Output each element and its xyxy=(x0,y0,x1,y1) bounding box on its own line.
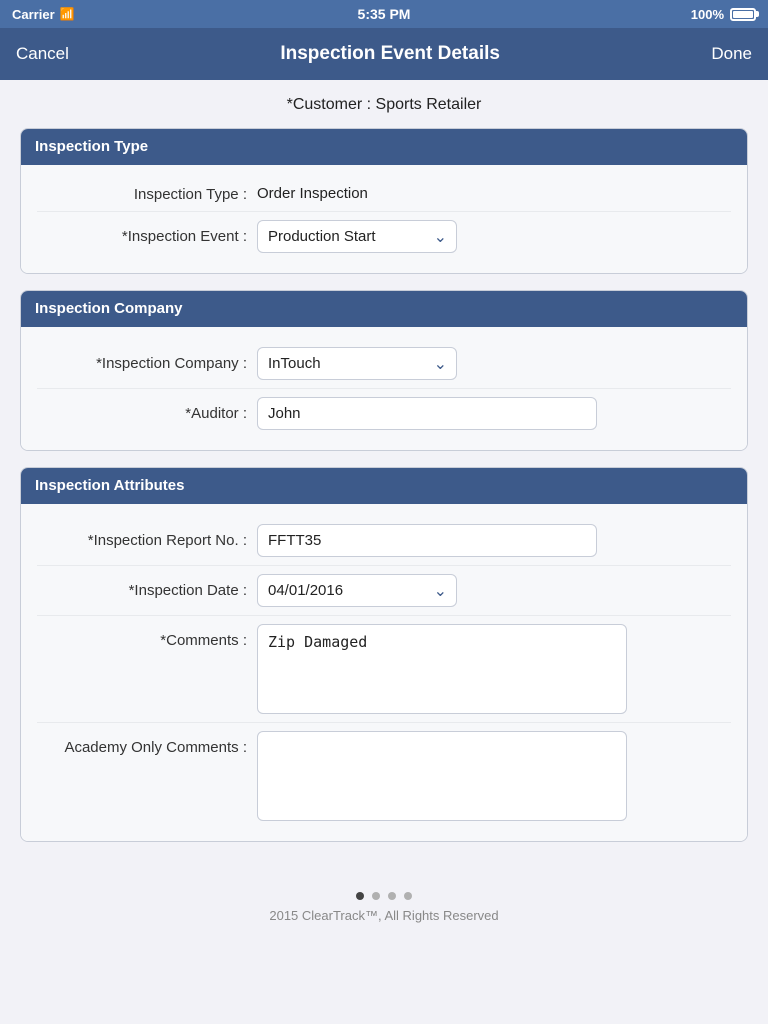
status-bar-right: 100% xyxy=(691,7,756,22)
inspection-date-row: *Inspection Date : 04/01/2016 ⌄ xyxy=(37,566,731,616)
footer: 2015 ClearTrack™, All Rights Reserved xyxy=(20,908,748,943)
academy-comments-row: Academy Only Comments : xyxy=(37,723,731,829)
carrier-label: Carrier xyxy=(12,7,55,22)
inspection-company-title: Inspection Company xyxy=(35,300,183,317)
inspection-event-select-wrap: Production Start Pre-Production Mid-Prod… xyxy=(257,220,457,253)
inspection-event-select[interactable]: Production Start Pre-Production Mid-Prod… xyxy=(257,220,457,253)
comments-label: *Comments : xyxy=(37,624,257,649)
page-title: Inspection Event Details xyxy=(280,43,500,65)
inspection-date-select[interactable]: 04/01/2016 xyxy=(257,574,457,607)
main-content: *Customer : Sports Retailer Inspection T… xyxy=(0,80,768,959)
company-row: *Inspection Company : InTouch Bureau Ver… xyxy=(37,339,731,389)
inspection-type-row: Inspection Type : Order Inspection xyxy=(37,177,731,212)
report-no-control xyxy=(257,524,731,557)
inspection-type-body: Inspection Type : Order Inspection *Insp… xyxy=(21,165,747,273)
pagination-dot-3 xyxy=(388,892,396,900)
status-bar: Carrier 📶 5:35 PM 100% xyxy=(0,0,768,28)
wifi-icon: 📶 xyxy=(60,7,75,21)
inspection-company-section: Inspection Company *Inspection Company :… xyxy=(20,290,748,451)
customer-label: *Customer : Sports Retailer xyxy=(20,96,748,114)
inspection-type-header: Inspection Type xyxy=(21,129,747,165)
nav-bar: Cancel Inspection Event Details Done xyxy=(0,28,768,80)
inspection-company-header: Inspection Company xyxy=(21,291,747,327)
footer-text: 2015 ClearTrack™, All Rights Reserved xyxy=(269,908,498,923)
company-select-wrap: InTouch Bureau Veritas SGS Intertek ⌄ xyxy=(257,347,457,380)
academy-comments-control xyxy=(257,731,731,821)
inspection-date-select-wrap: 04/01/2016 ⌄ xyxy=(257,574,457,607)
pagination-dot-4 xyxy=(404,892,412,900)
auditor-label: *Auditor : xyxy=(37,405,257,422)
inspection-date-control: 04/01/2016 ⌄ xyxy=(257,574,731,607)
comments-control: Zip Damaged xyxy=(257,624,731,714)
done-button[interactable]: Done xyxy=(711,40,752,68)
cancel-button[interactable]: Cancel xyxy=(16,40,69,68)
inspection-attributes-title: Inspection Attributes xyxy=(35,477,184,494)
inspection-type-label: Inspection Type : xyxy=(37,186,257,203)
inspection-type-display: Order Inspection xyxy=(257,185,368,202)
pagination-dot-1 xyxy=(356,892,364,900)
pagination xyxy=(20,892,748,900)
auditor-input[interactable] xyxy=(257,397,597,430)
inspection-date-label: *Inspection Date : xyxy=(37,582,257,599)
comments-textarea[interactable]: Zip Damaged xyxy=(257,624,627,714)
battery-percent: 100% xyxy=(691,7,724,22)
company-select[interactable]: InTouch Bureau Veritas SGS Intertek xyxy=(257,347,457,380)
comments-row: *Comments : Zip Damaged xyxy=(37,616,731,723)
status-bar-left: Carrier 📶 xyxy=(12,7,75,22)
battery-icon xyxy=(730,8,756,21)
inspection-event-control: Production Start Pre-Production Mid-Prod… xyxy=(257,220,731,253)
company-label: *Inspection Company : xyxy=(37,355,257,372)
report-no-row: *Inspection Report No. : xyxy=(37,516,731,566)
auditor-control xyxy=(257,397,731,430)
auditor-row: *Auditor : xyxy=(37,389,731,438)
inspection-event-row: *Inspection Event : Production Start Pre… xyxy=(37,212,731,261)
inspection-attributes-body: *Inspection Report No. : *Inspection Dat… xyxy=(21,504,747,841)
report-no-label: *Inspection Report No. : xyxy=(37,532,257,549)
inspection-company-body: *Inspection Company : InTouch Bureau Ver… xyxy=(21,327,747,450)
company-control: InTouch Bureau Veritas SGS Intertek ⌄ xyxy=(257,347,731,380)
inspection-type-title: Inspection Type xyxy=(35,138,148,155)
inspection-attributes-header: Inspection Attributes xyxy=(21,468,747,504)
inspection-event-label: *Inspection Event : xyxy=(37,228,257,245)
academy-comments-label: Academy Only Comments : xyxy=(37,731,257,756)
pagination-dot-2 xyxy=(372,892,380,900)
inspection-type-value: Order Inspection xyxy=(257,185,731,203)
inspection-attributes-section: Inspection Attributes *Inspection Report… xyxy=(20,467,748,842)
report-no-input[interactable] xyxy=(257,524,597,557)
inspection-type-section: Inspection Type Inspection Type : Order … xyxy=(20,128,748,274)
status-time: 5:35 PM xyxy=(358,6,411,22)
academy-comments-textarea[interactable] xyxy=(257,731,627,821)
